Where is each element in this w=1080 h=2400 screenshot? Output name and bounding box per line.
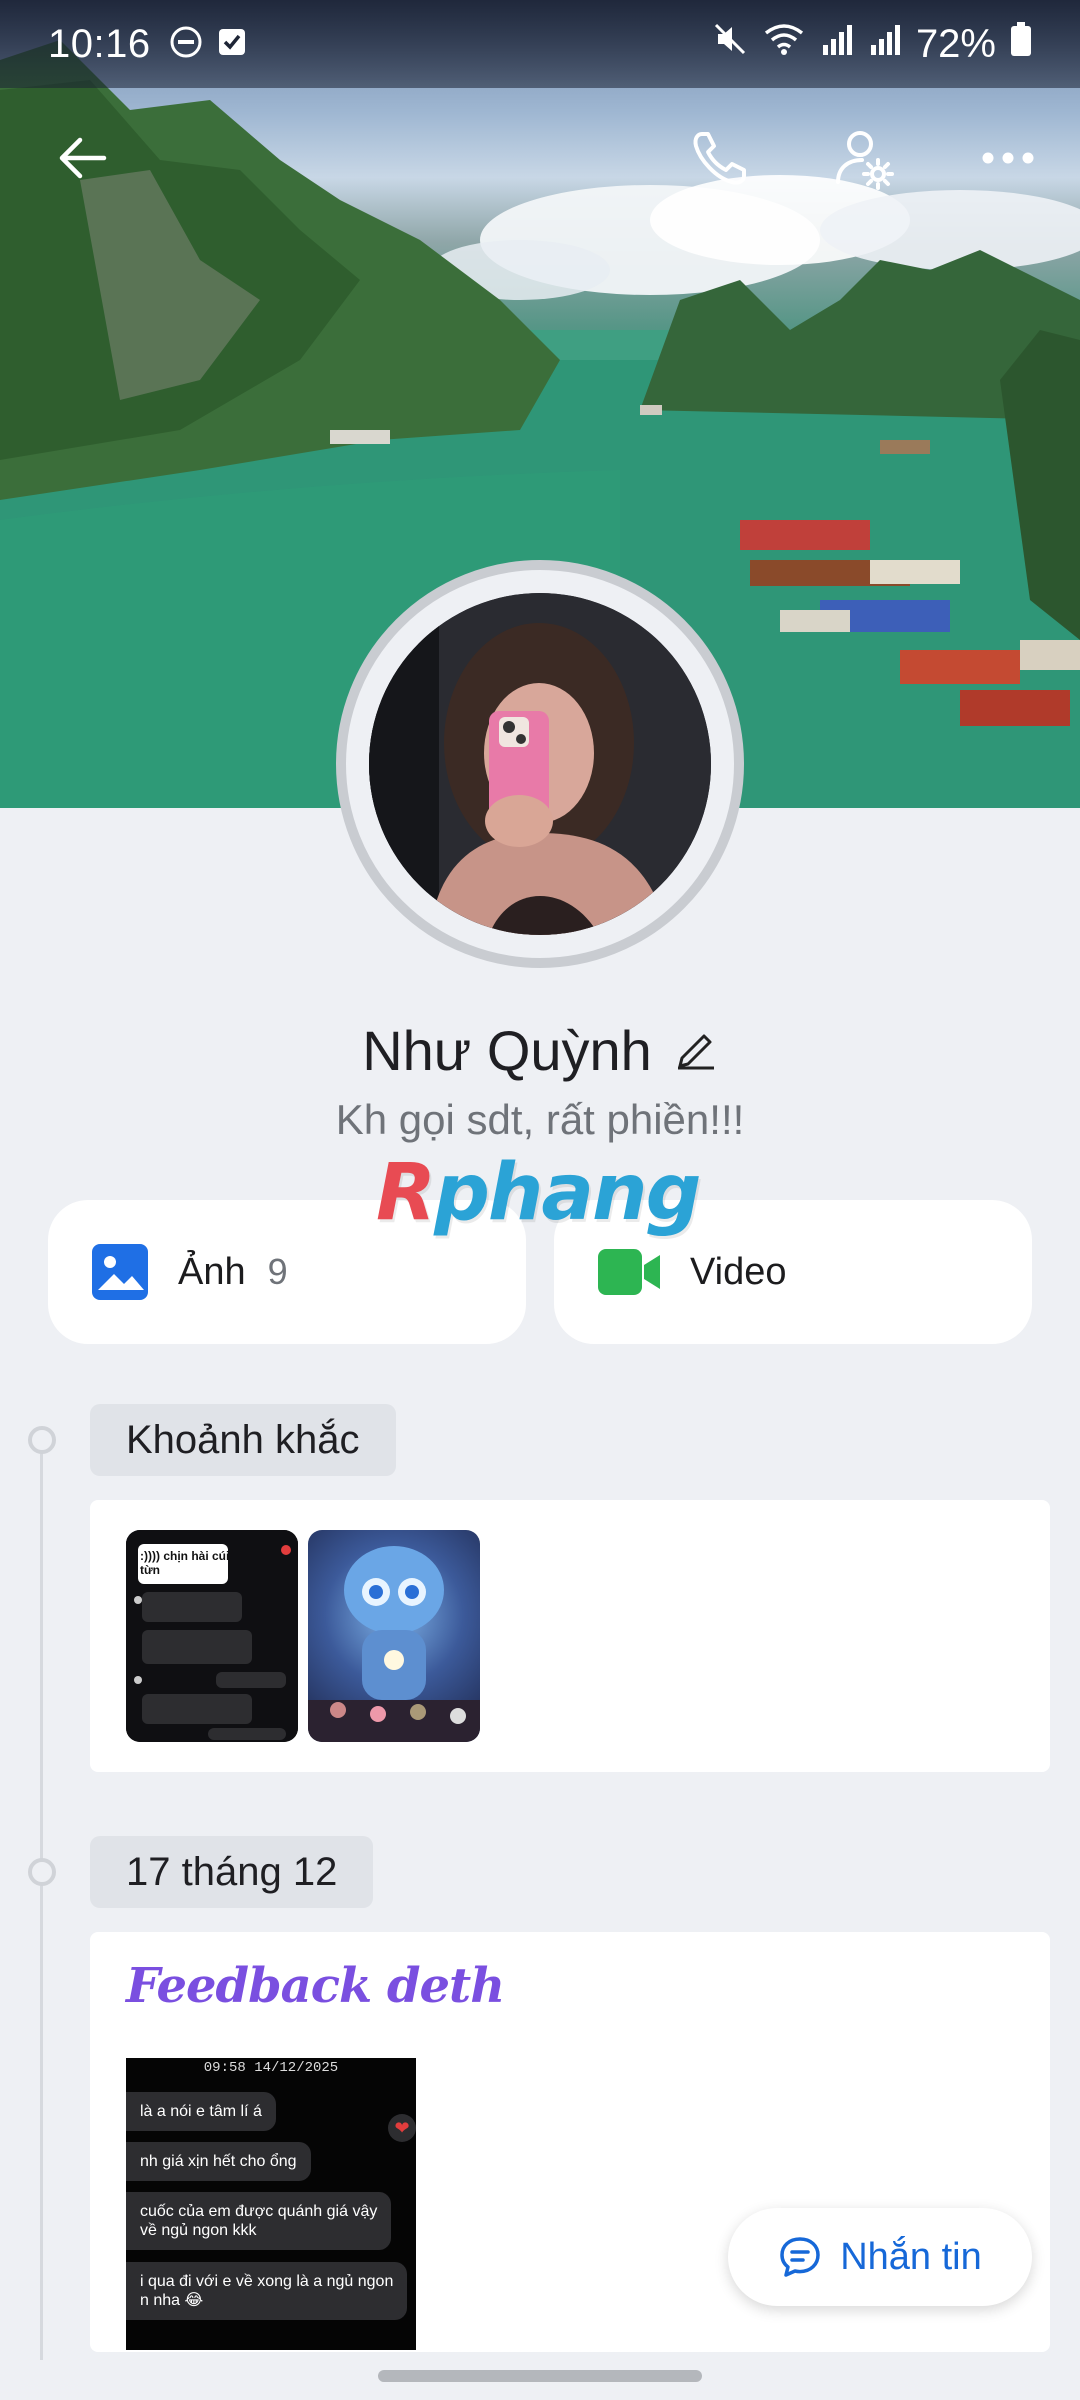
- timeline-dot: [28, 1858, 56, 1886]
- heart-reaction-icon: ❤: [388, 2114, 416, 2142]
- moment-thumbnail-chat[interactable]: :)))) chịn hài cúi từn: [126, 1530, 298, 1742]
- status-time: 10:16: [48, 21, 151, 66]
- back-button[interactable]: [42, 118, 122, 198]
- person-gear-icon: [836, 131, 894, 190]
- post-image-message: nh giá xịn hết cho ổng: [126, 2142, 311, 2182]
- date-header: 17 tháng 12: [90, 1836, 374, 1908]
- post-title: Feedback deth: [126, 1958, 505, 2014]
- image-icon: [92, 1244, 148, 1300]
- message-button-label: Nhắn tin: [840, 2235, 982, 2278]
- more-options-button[interactable]: [968, 118, 1048, 198]
- battery-percent: 72%: [915, 21, 996, 66]
- edit-name-button[interactable]: [674, 1026, 718, 1075]
- mute-icon: [712, 21, 748, 67]
- arrow-left-icon: [59, 137, 107, 179]
- moment-thumbnail-robot[interactable]: [308, 1530, 480, 1742]
- robot-photo: [308, 1546, 480, 1742]
- signal-icon: [868, 22, 902, 67]
- post-image[interactable]: 09:58 14/12/2025 là a nói e tâm lí á nh …: [126, 2058, 416, 2350]
- video-camera-icon: [598, 1249, 660, 1295]
- call-button[interactable]: [680, 118, 760, 198]
- message-button[interactable]: Nhắn tin: [728, 2208, 1032, 2306]
- post-image-time: 09:58 14/12/2025: [203, 2060, 339, 2076]
- signal-icon: [820, 22, 854, 67]
- do-not-disturb-icon: [169, 25, 203, 64]
- chat-thumb-caption: :)))) chịn hài cúi từn: [140, 1549, 230, 1577]
- profile-bio: Kh gọi sdt, rất phiền!!!: [335, 1096, 745, 1143]
- status-bar: 10:16 72%: [0, 0, 1080, 88]
- watermark-logo: Rphang: [376, 1148, 701, 1238]
- post-image-message: là a nói e tâm lí á: [126, 2092, 276, 2132]
- timeline-line: [40, 1440, 43, 2360]
- profile-name-row: Như Quỳnh: [0, 1010, 1080, 1090]
- avatar-ring[interactable]: [336, 560, 744, 968]
- video-label: Video: [690, 1250, 787, 1293]
- avatar-photo: [369, 593, 711, 935]
- photos-count: 9: [267, 1251, 288, 1292]
- more-horizontal-icon: [982, 152, 1034, 164]
- post-image-message: i qua đi với e về xong là a ngủ ngon n n…: [126, 2262, 408, 2321]
- battery-icon: [1010, 21, 1032, 67]
- moments-header: Khoảnh khắc: [90, 1404, 396, 1476]
- pencil-icon: [677, 1034, 714, 1069]
- wifi-icon: [762, 21, 806, 67]
- phone-icon: [693, 132, 746, 185]
- avatar: [369, 593, 711, 935]
- profile-name: Như Quỳnh: [362, 1018, 652, 1082]
- timeline-dot: [28, 1426, 56, 1454]
- moments-panel: :)))) chịn hài cúi từn: [90, 1500, 1050, 1772]
- photos-label: Ảnh: [178, 1250, 246, 1293]
- chat-bubble-icon: [780, 2237, 820, 2277]
- home-indicator[interactable]: [378, 2370, 702, 2382]
- post-image-message: cuốc của em được quánh giá vậy về ngủ ng…: [126, 2192, 392, 2251]
- profile-settings-button[interactable]: [824, 118, 904, 198]
- checkbox-notification-icon: [217, 27, 247, 62]
